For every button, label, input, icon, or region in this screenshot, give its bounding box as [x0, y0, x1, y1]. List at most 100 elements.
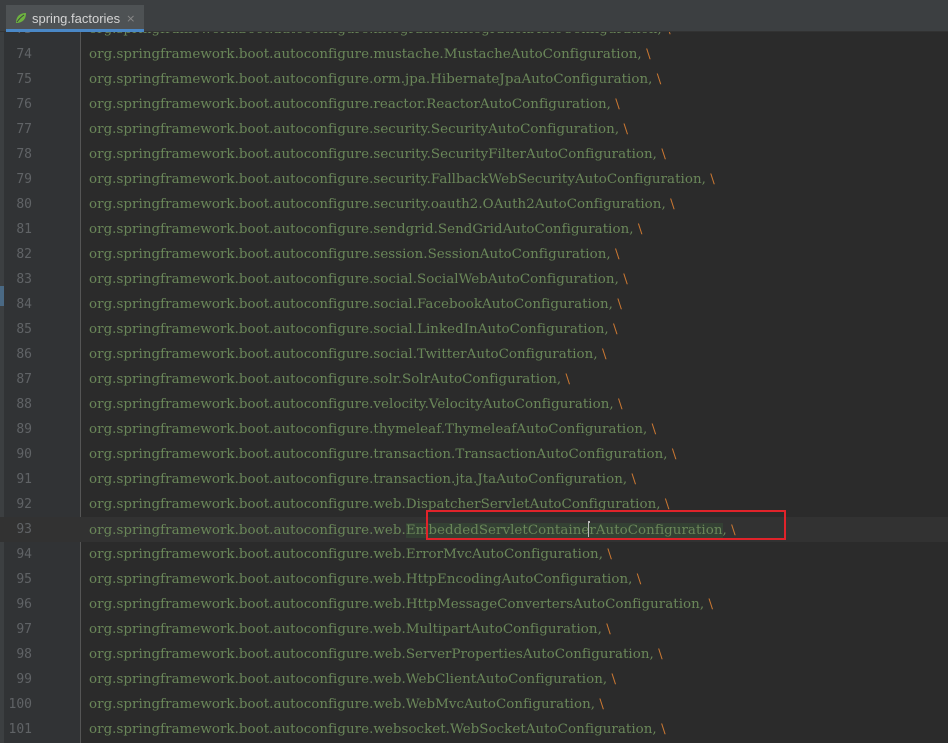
line-continuation: \ [618, 397, 623, 412]
line-continuation: \ [664, 497, 670, 512]
code-line[interactable]: 73 org.springframework.boot.autoconfigure… [0, 32, 948, 42]
code-text: org.springframework.boot.autoconfigure.s… [89, 146, 666, 163]
code-line[interactable]: 96 org.springframework.boot.autoconfigure… [0, 592, 948, 617]
code-line[interactable]: 75 org.springframework.boot.autoconfigure… [0, 67, 948, 92]
code-segment: org.springframework.boot.autoconfigure.w… [89, 672, 608, 687]
code-line[interactable]: 100 org.springframework.boot.autoconfigur… [0, 692, 948, 717]
line-number: 75 [16, 72, 32, 87]
code-line[interactable]: 88 org.springframework.boot.autoconfigure… [0, 392, 948, 417]
code-segment: org.springframework.boot.autoconfigure.w… [89, 722, 657, 737]
selected-text: EmbeddedServletContaine [405, 523, 590, 538]
code-segment: org.springframework.boot.autoconfigure.s… [89, 272, 619, 287]
line-number: 100 [8, 697, 32, 712]
line-continuation: \ [670, 197, 675, 212]
code-text: org.springframework.boot.autoconfigure.w… [89, 521, 736, 539]
code-line[interactable]: 89 org.springframework.boot.autoconfigure… [0, 417, 948, 442]
code-line[interactable]: 92 org.springframework.boot.autoconfigure… [0, 492, 948, 517]
code-lines: 73 org.springframework.boot.autoconfigure… [0, 32, 948, 742]
line-continuation: \ [607, 547, 612, 562]
line-continuation: \ [601, 347, 607, 362]
code-text: org.springframework.boot.autoconfigure.w… [89, 596, 713, 613]
line-number: 92 [16, 497, 32, 512]
code-segment: org.springframework.boot.autoconfigure.w… [89, 547, 604, 562]
tab-spring-factories[interactable]: spring.factories × [6, 5, 144, 31]
code-segment: org.springframework.boot.autoconfigure.t… [89, 472, 628, 487]
code-segment: org.springframework.boot.autoconfigure.w… [89, 523, 406, 538]
code-line[interactable]: 85 org.springframework.boot.autoconfigure… [0, 317, 948, 342]
line-continuation: \ [623, 122, 629, 137]
code-text: org.springframework.boot.autoconfigure.w… [89, 671, 616, 688]
code-editor[interactable]: 73 org.springframework.boot.autoconfigure… [0, 32, 948, 743]
code-line[interactable]: 78 org.springframework.boot.autoconfigure… [0, 142, 948, 167]
code-text: org.springframework.boot.autoconfigure.t… [89, 446, 676, 463]
code-segment: org.springframework.boot.autoconfigure.w… [89, 622, 602, 637]
code-text: org.springframework.boot.autoconfigure.s… [89, 246, 620, 263]
line-continuation: \ [731, 523, 736, 538]
code-line[interactable]: 87 org.springframework.boot.autoconfigure… [0, 367, 948, 392]
code-line[interactable]: 99 org.springframework.boot.autoconfigure… [0, 667, 948, 692]
code-segment: org.springframework.boot.autoconfigure.t… [89, 422, 648, 437]
selected-text: rAutoConfiguration [589, 523, 723, 538]
code-text: org.springframework.boot.autoconfigure.w… [89, 496, 669, 513]
code-segment: org.springframework.boot.autoconfigure.m… [89, 47, 642, 62]
line-number: 77 [16, 122, 32, 137]
code-text: org.springframework.boot.autoconfigure.m… [89, 46, 651, 63]
line-continuation: \ [599, 697, 604, 712]
code-line[interactable]: 74 org.springframework.boot.autoconfigure… [0, 42, 948, 67]
code-line[interactable]: 97 org.springframework.boot.autoconfigure… [0, 617, 948, 642]
code-text: org.springframework.boot.autoconfigure.s… [89, 171, 715, 188]
code-line[interactable]: 90 org.springframework.boot.autoconfigure… [0, 442, 948, 467]
code-text: org.springframework.boot.autoconfigure.w… [89, 621, 611, 638]
code-line[interactable]: 81 org.springframework.boot.autoconfigure… [0, 217, 948, 242]
code-line[interactable]: 86 org.springframework.boot.autoconfigure… [0, 342, 948, 367]
code-segment: org.springframework.boot.autoconfigure.w… [89, 697, 596, 712]
code-line[interactable]: 95 org.springframework.boot.autoconfigure… [0, 567, 948, 592]
code-line[interactable]: 79 org.springframework.boot.autoconfigure… [0, 167, 948, 192]
line-continuation: \ [611, 672, 617, 687]
line-number: 98 [16, 647, 32, 662]
line-number: 93 [16, 522, 32, 537]
line-continuation: \ [658, 647, 663, 662]
code-text: org.springframework.boot.autoconfigure.s… [89, 321, 618, 338]
code-segment: org.springframework.boot.autoconfigure.w… [89, 647, 654, 662]
code-line[interactable]: 76 org.springframework.boot.autoconfigure… [0, 92, 948, 117]
code-line[interactable]: 84 org.springframework.boot.autoconfigure… [0, 292, 948, 317]
code-segment: org.springframework.boot.autoconfigure.w… [89, 497, 661, 512]
code-line[interactable]: 82 org.springframework.boot.autoconfigure… [0, 242, 948, 267]
code-line[interactable]: 91 org.springframework.boot.autoconfigure… [0, 467, 948, 492]
line-number: 83 [16, 272, 32, 287]
close-icon[interactable]: × [126, 12, 135, 25]
code-segment: org.springframework.boot.autoconfigure.i… [89, 32, 662, 37]
line-continuation: \ [671, 447, 677, 462]
line-number: 96 [16, 597, 32, 612]
line-continuation: \ [666, 32, 671, 37]
code-segment: , [722, 523, 727, 538]
line-number: 73 [0, 32, 32, 37]
code-line[interactable]: 98 org.springframework.boot.autoconfigure… [0, 642, 948, 667]
line-number: 99 [16, 672, 32, 687]
code-segment: org.springframework.boot.autoconfigure.s… [89, 122, 620, 137]
code-line[interactable]: 101 org.springframework.boot.autoconfigur… [0, 717, 948, 742]
code-line[interactable]: 83 org.springframework.boot.autoconfigure… [0, 267, 948, 292]
line-number: 81 [16, 222, 32, 237]
line-number: 87 [16, 372, 32, 387]
code-line[interactable]: 80 org.springframework.boot.autoconfigure… [0, 192, 948, 217]
code-text: org.springframework.boot.autoconfigure.s… [89, 196, 675, 213]
code-text: org.springframework.boot.autoconfigure.t… [89, 421, 656, 438]
line-continuation: \ [615, 247, 620, 262]
line-number: 97 [16, 622, 32, 637]
code-segment: org.springframework.boot.autoconfigure.s… [89, 372, 562, 387]
code-line[interactable]: 94 org.springframework.boot.autoconfigure… [0, 542, 948, 567]
line-continuation: \ [637, 222, 643, 237]
code-line[interactable]: 93 org.springframework.boot.autoconfigure… [0, 517, 948, 542]
code-text: org.springframework.boot.autoconfigure.w… [89, 571, 641, 588]
code-line[interactable]: 77 org.springframework.boot.autoconfigure… [0, 117, 948, 142]
line-continuation: \ [623, 272, 628, 287]
line-number: 85 [16, 322, 32, 337]
tab-label: spring.factories [32, 10, 121, 26]
code-segment: org.springframework.boot.autoconfigure.v… [89, 397, 614, 412]
line-number: 88 [16, 397, 32, 412]
line-number: 90 [16, 447, 32, 462]
line-continuation: \ [615, 97, 620, 112]
line-number: 91 [16, 472, 32, 487]
